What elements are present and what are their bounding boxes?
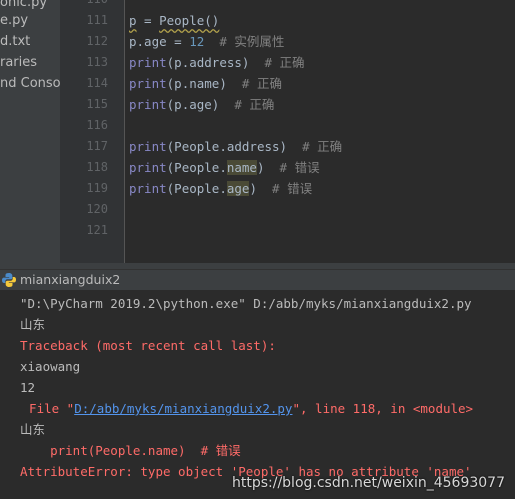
code-line[interactable]: p.age = 12 # 实例属性 [129, 31, 284, 52]
code-keyword: print [129, 139, 167, 154]
console-line: 12 [20, 380, 36, 395]
run-tool-window-header: mianxiangduix2 [0, 269, 515, 291]
line-number: 111 [86, 13, 108, 27]
project-tree-panel: onic.py e.py d.txt raries nd Consol [0, 0, 60, 263]
run-tab-title[interactable]: mianxiangduix2 [20, 270, 120, 290]
traceback-file-suffix: ", line 118, in <module> [292, 401, 474, 416]
line-number: 118 [86, 160, 108, 174]
code-comment: # 正确 [249, 55, 305, 70]
code-line[interactable]: print(p.name) # 正确 [129, 73, 282, 94]
code-args: (People.address) [166, 139, 288, 154]
code-comment: # 正确 [219, 97, 275, 112]
line-number: 116 [86, 118, 108, 132]
code-comment: # 正确 [287, 139, 343, 154]
code-editor[interactable]: p = People() p.age = 12 # 实例属性 print(p.a… [125, 0, 515, 263]
line-number: 117 [86, 139, 108, 153]
line-number: 114 [86, 76, 108, 90]
line-number: 119 [86, 181, 108, 195]
code-keyword: print [129, 97, 167, 112]
code-line[interactable]: print(People.name) # 错误 [129, 157, 320, 178]
console-error-line: Traceback (most recent call last): [20, 338, 276, 353]
code-keyword: print [129, 181, 167, 196]
code-variable: p [129, 13, 137, 28]
code-args: (People. [166, 160, 227, 175]
code-line[interactable]: print(p.address) # 正确 [129, 52, 305, 73]
code-operator: = [136, 13, 160, 28]
code-args: (p.address) [166, 55, 250, 70]
code-args: (p.age) [166, 97, 220, 112]
line-number: 110 [60, 0, 108, 10]
console-line: 山东 [20, 317, 46, 332]
code-comment: # 正确 [226, 76, 282, 91]
line-number: 112 [86, 34, 108, 48]
watermark: https://blog.csdn.net/weixin_45693077 [231, 475, 505, 491]
code-keyword: print [129, 55, 167, 70]
project-tree-item[interactable]: nd Consol [0, 73, 60, 94]
console-line: 山东 [20, 422, 46, 437]
code-keyword: print [129, 160, 167, 175]
console-line: xiaowang [20, 359, 81, 374]
unresolved-attribute-highlight: name [226, 160, 257, 175]
console-error-line: File "D:/abb/myks/mianxiangduix2.py", li… [14, 398, 473, 419]
code-comment: # 错误 [256, 181, 313, 196]
code-args: ) [249, 181, 257, 196]
code-comment: # 实例属性 [204, 34, 285, 49]
code-line[interactable]: print(People.address) # 正确 [129, 136, 342, 157]
code-args: ) [256, 160, 265, 175]
console-error-line: print(People.name) # 错误 [20, 443, 241, 458]
code-line[interactable]: print(p.age) # 正确 [129, 94, 274, 115]
code-keyword: print [129, 76, 167, 91]
line-number: 120 [86, 202, 108, 216]
code-args: (People. [166, 181, 227, 196]
unresolved-attribute-highlight: age [226, 181, 250, 196]
python-icon [1, 272, 17, 288]
project-tree-item[interactable]: raries [0, 52, 37, 73]
code-call: People() [159, 13, 220, 28]
traceback-file-link[interactable]: D:/abb/myks/mianxiangduix2.py [74, 401, 292, 416]
code-number: 12 [189, 34, 205, 49]
code-line[interactable]: print(People.age) # 错误 [129, 178, 312, 199]
project-tree-item[interactable]: e.py [0, 10, 28, 31]
project-tree-item[interactable]: d.txt [0, 31, 30, 52]
console-line: "D:\PyCharm 2019.2\python.exe" D:/abb/my… [20, 296, 472, 311]
run-console-output[interactable]: "D:\PyCharm 2019.2\python.exe" D:/abb/my… [0, 290, 515, 499]
traceback-file-prefix: File " [14, 401, 75, 416]
line-number: 113 [86, 55, 108, 69]
line-number: 115 [86, 97, 108, 111]
code-text: p.age = [129, 34, 190, 49]
line-number: 121 [86, 223, 108, 237]
code-line[interactable]: p = People() [129, 10, 219, 31]
code-args: (p.name) [166, 76, 227, 91]
line-number-gutter: 110 111 112 113 114 115 116 117 118 119 … [60, 0, 125, 263]
code-comment: # 错误 [264, 160, 320, 175]
